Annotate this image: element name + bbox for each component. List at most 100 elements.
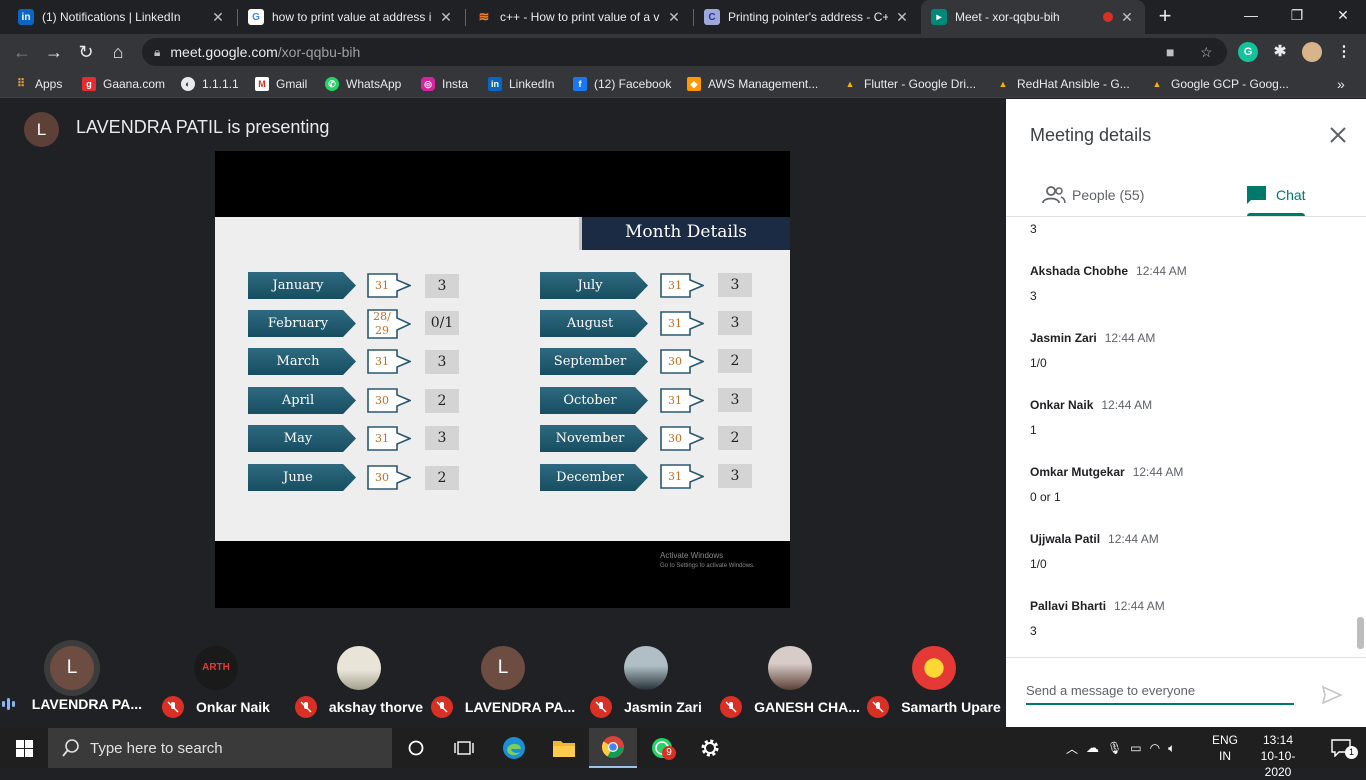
globe-icon: ◐ (181, 77, 195, 91)
cortana-button[interactable] (392, 728, 440, 768)
tab-chat[interactable]: Chat (1246, 179, 1306, 211)
more-bookmarks-icon[interactable]: » (1337, 74, 1345, 94)
message-sender: Jasmin Zari (1030, 331, 1097, 345)
minimize-button[interactable]: — (1228, 0, 1274, 30)
taskbar-search-box[interactable]: Type here to search (48, 728, 392, 768)
tab-people[interactable]: People (55) (1042, 179, 1144, 211)
input-language[interactable]: ENG IN (1210, 732, 1240, 764)
bookmark-gmail[interactable]: M Gmail (255, 74, 307, 94)
participant-tile[interactable]: ARTH Onkar Naik (146, 608, 286, 728)
bookmark-insta[interactable]: ◎ Insta (421, 74, 468, 94)
taskbar-whatsapp[interactable]: 9 (638, 728, 686, 768)
watermark-line: Go to Settings to activate Windows. (660, 563, 755, 569)
chat-message: Pallavi Bharti 12:44 AM 3 (1030, 597, 1165, 638)
close-icon[interactable]: ✕ (666, 9, 682, 26)
onedrive-icon[interactable]: ☁ (1086, 740, 1099, 756)
bookmark-1111[interactable]: ◐ 1.1.1.1 (181, 74, 239, 94)
gaana-icon: g (82, 77, 96, 91)
tab-label: how to print value at address i (272, 10, 432, 24)
participant-tile[interactable]: L LAVENDRA PA... (430, 608, 575, 728)
system-clock[interactable]: 13:14 10-10-2020 (1252, 732, 1304, 780)
star-icon[interactable]: ☆ (1200, 38, 1213, 66)
home-button[interactable]: ⌂ (106, 40, 130, 64)
action-center-button[interactable]: 1 (1316, 728, 1366, 768)
bookmark-whatsapp[interactable]: ✆ WhatsApp (325, 74, 401, 94)
tab-meet[interactable]: ▸ Meet - xor-qqbu-bih ✕ (921, 0, 1145, 34)
bookmark-gcp[interactable]: ▲ Google GCP - Goog... (1150, 74, 1289, 94)
close-icon[interactable]: ✕ (1119, 9, 1135, 26)
chat-message: 3 (1030, 217, 1037, 236)
tab-label: Meet - xor-qqbu-bih (955, 10, 1060, 24)
participant-tile[interactable]: Jasmin Zari (576, 608, 716, 728)
mic-off-icon (590, 696, 613, 718)
tab-label: Printing pointer's address - C+ (728, 10, 888, 24)
chat-scrollbar[interactable] (1357, 617, 1364, 649)
whatsapp-badge: 9 (662, 746, 676, 760)
cplusplus-icon: C (704, 9, 720, 25)
tab-cplusplus[interactable]: C Printing pointer's address - C+ ✕ (694, 0, 920, 34)
avatar (337, 646, 381, 690)
volume-icon[interactable]: 🔈︎ (1168, 741, 1175, 756)
bookmark-linkedin[interactable]: in LinkedIn (488, 74, 554, 94)
month-label: October (540, 387, 648, 414)
watermark-line: Activate Windows (660, 551, 724, 560)
start-button[interactable] (0, 728, 48, 768)
bookmark-label: Flutter - Google Dri... (864, 77, 977, 91)
bookmark-gaana[interactable]: g Gaana.com (82, 74, 165, 94)
search-icon (62, 739, 79, 757)
close-window-button[interactable]: ✕ (1320, 0, 1366, 30)
address-bar[interactable]: 🔒︎ meet.google.com/xor-qqbu-bih ■ ☆ (142, 38, 1227, 66)
restore-button[interactable]: ❐ (1274, 0, 1320, 30)
menu-icon[interactable]: ⋮ (1334, 42, 1354, 62)
profile-avatar[interactable] (1302, 42, 1322, 62)
windows-taskbar: Type here to search 9 ︿ ☁ 🎙︎ ▭ ◠ 🔈︎ ENG … (0, 728, 1366, 779)
close-panel-button[interactable] (1326, 123, 1350, 147)
bookmark-facebook[interactable]: f (12) Facebook (573, 74, 671, 94)
cortana-icon (408, 740, 424, 756)
close-icon[interactable]: ✕ (210, 9, 226, 26)
camera-icon[interactable]: ■ (1166, 38, 1174, 66)
participant-tile[interactable]: GANESH CHA... (720, 608, 860, 728)
days-count: 31 (375, 279, 389, 292)
forward-button[interactable]: → (42, 40, 66, 64)
message-text: 1/0 (1030, 356, 1047, 370)
taskbar-file-explorer[interactable] (540, 728, 588, 768)
bookmark-label: WhatsApp (346, 77, 402, 91)
tab-stackoverflow[interactable]: ≋ c++ - How to print value of a v ✕ (466, 0, 692, 34)
back-button[interactable]: ← (10, 40, 34, 64)
chat-message-list[interactable]: 3 Akshada Chobhe 12:44 AM 3 Jasmin Zari 12… (1006, 217, 1366, 657)
month-label: December (540, 464, 648, 491)
answer-box: 3 (718, 311, 752, 335)
taskbar-settings[interactable] (686, 728, 734, 768)
url-path: /xor-qqbu-bih (277, 44, 361, 60)
close-icon[interactable]: ✕ (894, 9, 910, 26)
month-label: July (540, 272, 648, 299)
grammarly-icon[interactable]: G (1238, 42, 1258, 62)
task-view-button[interactable] (440, 728, 488, 768)
chat-tab-label: Chat (1276, 187, 1306, 203)
taskbar-edge[interactable] (490, 728, 538, 768)
chat-message-input[interactable]: Send a message to everyone (1026, 683, 1294, 705)
bookmark-aws[interactable]: ◆ AWS Management... (687, 74, 818, 94)
tab-linkedin[interactable]: in (1) Notifications | LinkedIn ✕ (8, 0, 236, 34)
bookmark-apps[interactable]: ⠿ Apps (14, 74, 62, 94)
microphone-icon[interactable]: 🎙︎ (1107, 741, 1122, 755)
wifi-icon[interactable]: ◠ (1150, 741, 1160, 755)
message-sender: Onkar Naik (1030, 398, 1094, 412)
close-icon[interactable]: ✕ (438, 9, 454, 26)
chevron-up-icon[interactable]: ︿ (1066, 740, 1078, 757)
extensions-icon[interactable]: ✱ (1270, 42, 1290, 62)
tab-google-search[interactable]: G how to print value at address i ✕ (238, 0, 464, 34)
send-button[interactable] (1321, 685, 1343, 705)
reload-button[interactable]: ↻ (74, 40, 98, 64)
participant-tile[interactable]: Samarth Upare (864, 608, 1004, 728)
participant-tile[interactable]: L LAVENDRA PA... (2, 608, 142, 728)
battery-icon[interactable]: ▭ (1130, 741, 1141, 755)
bookmark-flutter[interactable]: ▲ Flutter - Google Dri... (843, 74, 977, 94)
new-tab-button[interactable]: + (1152, 4, 1178, 30)
month-label: January (248, 272, 356, 299)
bookmark-ansible[interactable]: ▲ RedHat Ansible - G... (996, 74, 1130, 94)
participant-tile[interactable]: akshay thorve (289, 608, 429, 728)
days-arrow-box: 30 (367, 388, 411, 413)
taskbar-chrome[interactable] (589, 728, 637, 768)
